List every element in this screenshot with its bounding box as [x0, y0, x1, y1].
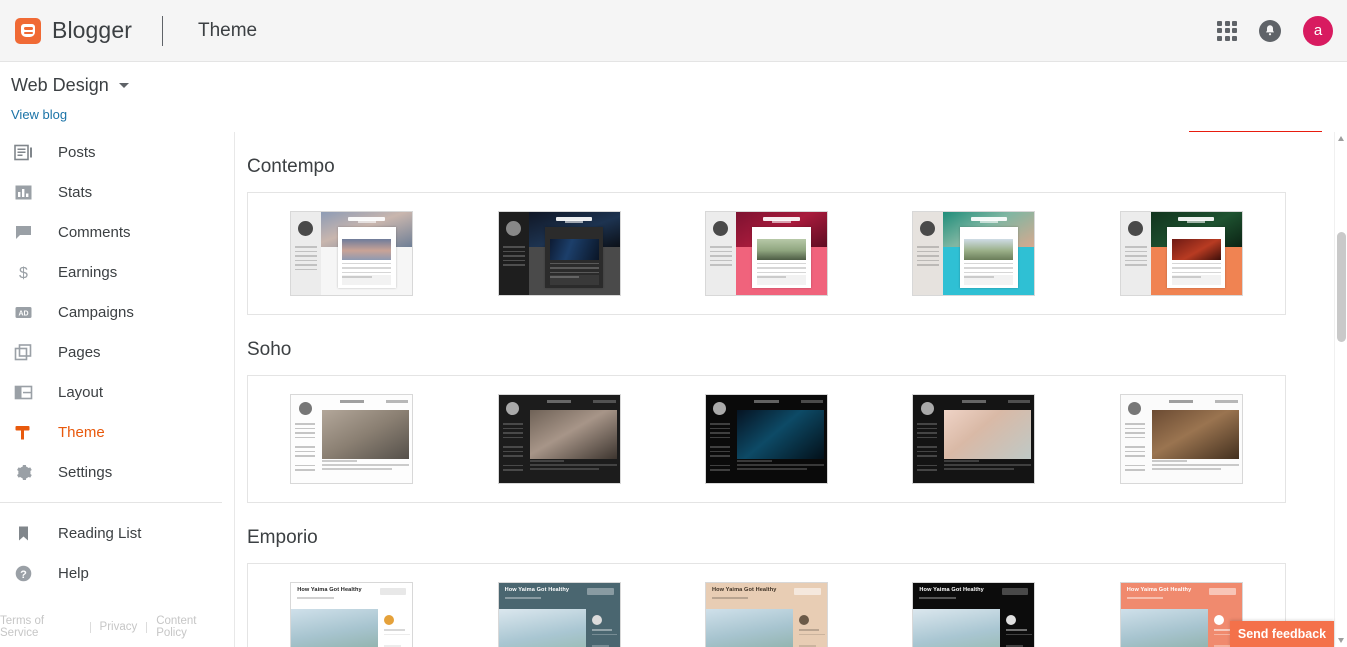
blog-selector[interactable]: Web Design	[11, 75, 129, 96]
svg-text:AD: AD	[18, 310, 28, 317]
send-feedback-button[interactable]: Send feedback	[1230, 621, 1334, 647]
blogger-logo-icon	[15, 18, 41, 44]
comments-icon	[12, 221, 34, 243]
blog-selector-row: Web Design View blog Backup / Restore	[0, 62, 1347, 132]
avatar[interactable]: a	[1303, 16, 1333, 46]
theme-thumbnail[interactable]: How Yaima Got Healthy	[498, 582, 621, 647]
theme-thumbnail[interactable]	[498, 211, 621, 296]
theme-group-contempo: Contempo	[236, 132, 1334, 315]
brand-name: Blogger	[52, 17, 132, 44]
sidebar-item-label: Earnings	[58, 264, 117, 281]
content-policy-link[interactable]: Content Policy	[147, 615, 235, 639]
bookmark-icon	[12, 522, 34, 544]
thumbnail-headline: How Yaima Got Healthy	[1127, 587, 1191, 593]
sidebar-item-label: Posts	[58, 144, 96, 161]
theme-group-title: Soho	[236, 315, 1334, 375]
sidebar-item-label: Stats	[58, 184, 92, 201]
sidebar-item-label: Layout	[58, 384, 103, 401]
theme-list-content: Contempo	[236, 132, 1334, 647]
pages-icon	[12, 341, 34, 363]
header-divider	[162, 16, 163, 46]
earnings-dollar-icon: $	[12, 261, 34, 283]
sidebar-item-label: Comments	[58, 224, 131, 241]
scroll-up-arrow-icon[interactable]	[1338, 136, 1344, 141]
sidebar-item-label: Campaigns	[58, 304, 134, 321]
sidebar-item-earnings[interactable]: $ Earnings	[0, 252, 234, 292]
stats-icon	[12, 181, 34, 203]
sidebar-item-label: Settings	[58, 464, 112, 481]
sidebar-divider	[0, 502, 222, 503]
apps-grid-icon[interactable]	[1217, 21, 1237, 41]
svg-text:?: ?	[20, 569, 27, 581]
sidebar-footer-links: Terms of Service Privacy Content Policy	[0, 615, 235, 639]
theme-thumbnail[interactable]: How Yaima Got Healthy	[1120, 582, 1243, 647]
help-question-icon: ?	[12, 562, 34, 584]
theme-thumbnail[interactable]	[912, 394, 1035, 484]
theme-thumbnail-row: How Yaima Got Healthy How Yaima Got Heal…	[247, 563, 1286, 647]
sidebar-item-stats[interactable]: Stats	[0, 172, 234, 212]
sidebar-item-label: Help	[58, 565, 89, 582]
view-blog-link[interactable]: View blog	[11, 107, 67, 122]
theme-thumbnail[interactable]	[705, 211, 828, 296]
theme-thumbnail[interactable]: How Yaima Got Healthy	[705, 582, 828, 647]
sidebar-item-reading-list[interactable]: Reading List	[0, 513, 234, 553]
svg-text:$: $	[19, 265, 28, 282]
scroll-down-arrow-icon[interactable]	[1338, 638, 1344, 643]
blogger-logo[interactable]: Blogger	[15, 17, 132, 44]
theme-group-soho: Soho	[236, 315, 1334, 503]
header-actions: a	[1217, 16, 1333, 46]
scrollbar-thumb[interactable]	[1337, 232, 1346, 342]
sidebar-item-posts[interactable]: Posts	[0, 132, 234, 172]
sidebar-item-label: Pages	[58, 344, 101, 361]
theme-thumbnail-row	[247, 375, 1286, 503]
sidebar-item-pages[interactable]: Pages	[0, 332, 234, 372]
sidebar-item-layout[interactable]: Layout	[0, 372, 234, 412]
sidebar-item-help[interactable]: ? Help	[0, 553, 234, 593]
theme-group-title: Emporio	[236, 503, 1334, 563]
thumbnail-headline: How Yaima Got Healthy	[919, 587, 983, 593]
bell-icon[interactable]	[1259, 20, 1281, 42]
theme-thumbnail[interactable]: How Yaima Got Healthy	[290, 582, 413, 647]
sidebar-item-label: Theme	[58, 424, 105, 441]
theme-thumbnail[interactable]	[290, 211, 413, 296]
privacy-link[interactable]: Privacy	[91, 621, 147, 633]
sidebar-item-theme[interactable]: Theme	[0, 412, 234, 452]
theme-thumbnail[interactable]	[1120, 211, 1243, 296]
top-header-bar: Blogger Theme a	[0, 0, 1347, 62]
theme-group-emporio: Emporio How Yaima Got Healthy How Yaima	[236, 503, 1334, 647]
theme-thumbnail-row	[247, 192, 1286, 315]
page-title: Theme	[198, 20, 257, 42]
theme-thumbnail[interactable]	[1120, 394, 1243, 484]
sidebar-item-campaigns[interactable]: AD Campaigns	[0, 292, 234, 332]
blog-name-label: Web Design	[11, 75, 109, 96]
thumbnail-headline: How Yaima Got Healthy	[712, 587, 776, 593]
sidebar-item-settings[interactable]: Settings	[0, 452, 234, 492]
sidebar-item-label: Reading List	[58, 525, 141, 542]
thumbnail-headline: How Yaima Got Healthy	[297, 587, 361, 593]
chevron-down-icon	[119, 83, 129, 88]
theme-group-title: Contempo	[236, 132, 1334, 192]
theme-paint-roller-icon	[12, 421, 34, 443]
thumbnail-headline: How Yaima Got Healthy	[505, 587, 569, 593]
gear-icon	[12, 461, 34, 483]
campaigns-ad-icon: AD	[12, 301, 34, 323]
layout-icon	[12, 381, 34, 403]
theme-thumbnail[interactable]	[498, 394, 621, 484]
vertical-scrollbar[interactable]	[1334, 132, 1347, 647]
theme-thumbnail[interactable]	[912, 211, 1035, 296]
sidebar: Posts Stats Comments $ Earnings AD Campa…	[0, 132, 235, 647]
posts-icon	[12, 141, 34, 163]
theme-thumbnail[interactable]	[290, 394, 413, 484]
theme-thumbnail[interactable]: How Yaima Got Healthy	[912, 582, 1035, 647]
theme-thumbnail[interactable]	[705, 394, 828, 484]
terms-of-service-link[interactable]: Terms of Service	[0, 615, 90, 639]
sidebar-item-comments[interactable]: Comments	[0, 212, 234, 252]
